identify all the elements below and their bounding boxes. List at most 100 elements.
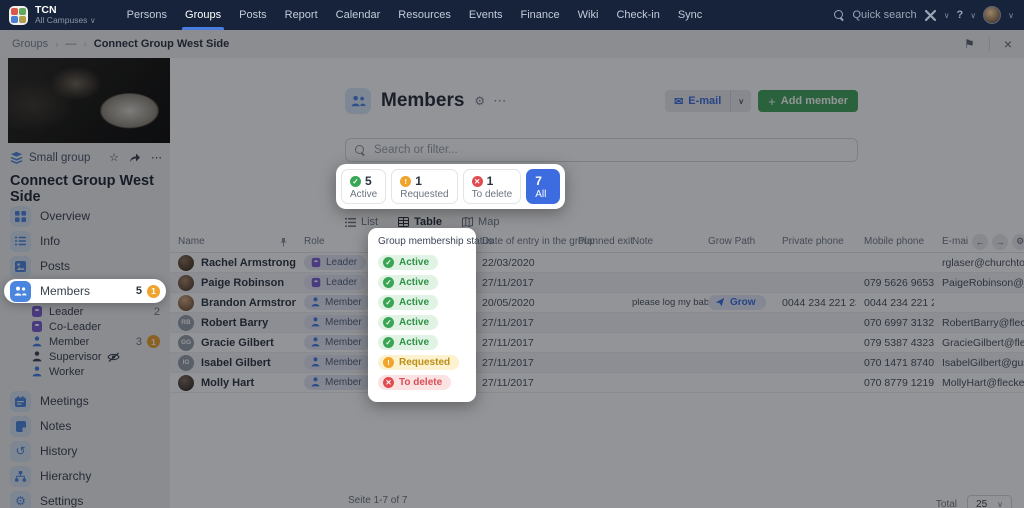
col-name[interactable]: Name: [170, 236, 296, 247]
more-icon[interactable]: ⋯: [493, 93, 506, 109]
chevron-down-icon[interactable]: ∨: [944, 11, 950, 20]
sidebar-item-meetings[interactable]: Meetings: [4, 389, 166, 413]
table-row[interactable]: Brandon Armstrong Member ✓Active 20/05/2…: [170, 293, 1024, 313]
help-icon[interactable]: ?: [957, 9, 964, 21]
member-name: Isabel Gilbert: [201, 357, 271, 369]
table-row[interactable]: Molly Hart Member ✕To delete 27/11/2017 …: [170, 373, 1024, 393]
breadcrumb-collapsed[interactable]: —: [65, 38, 76, 50]
add-member-button[interactable]: + Add member: [758, 90, 858, 112]
table-row[interactable]: Paige Robinson Leader ✓Active 27/11/2017…: [170, 273, 1024, 293]
tools-icon[interactable]: [924, 9, 937, 22]
col-planned-exit[interactable]: Planned exit: [570, 236, 624, 247]
nav-item-persons[interactable]: Persons: [118, 0, 176, 30]
tab-map[interactable]: Map: [462, 216, 499, 228]
notes-icon: [10, 416, 31, 437]
tab-list[interactable]: List: [345, 216, 378, 228]
search-bar[interactable]: [345, 138, 858, 162]
sidebar-role-worker[interactable]: Worker: [32, 364, 160, 379]
nav-item-groups[interactable]: Groups: [176, 0, 230, 30]
sidebar-item-hierarchy[interactable]: Hierarchy: [4, 464, 166, 488]
sidebar-item-history[interactable]: ↺ History: [4, 439, 166, 463]
user-avatar[interactable]: [983, 6, 1001, 24]
filter-chip-active[interactable]: ✓5 Active: [341, 169, 386, 204]
tab-table[interactable]: Table: [398, 216, 442, 228]
sidebar-item-overview[interactable]: Overview: [4, 204, 166, 228]
sidebar-item-info[interactable]: Info: [4, 229, 166, 253]
table-row[interactable]: RBRobert Barry Member ✓Active 27/11/2017…: [170, 313, 1024, 333]
col-private-phone[interactable]: Private phone: [774, 236, 856, 247]
person-icon: [311, 297, 320, 307]
campus-selector[interactable]: All Campuses ∨: [35, 16, 96, 25]
filter-chip-requested[interactable]: !1 Requested: [391, 169, 457, 204]
search-input[interactable]: [374, 144, 814, 156]
status-badge: ✓Active: [378, 255, 438, 270]
sidebar-role-supervisor[interactable]: Supervisor: [32, 349, 160, 364]
table-row[interactable]: GGGracie Gilbert Member ✓Active 27/11/20…: [170, 333, 1024, 353]
sidebar-role-leader[interactable]: Leader 2: [32, 304, 160, 319]
sidebar-item-notes[interactable]: Notes: [4, 414, 166, 438]
flag-icon[interactable]: ⚑: [964, 37, 975, 51]
sidebar-item-posts[interactable]: Posts: [4, 254, 166, 278]
filter-chip-todelete[interactable]: ✕1 To delete: [463, 169, 522, 204]
nav-item-events[interactable]: Events: [460, 0, 512, 30]
scroll-left-button[interactable]: ←: [972, 234, 988, 250]
close-icon[interactable]: ×: [1004, 36, 1012, 52]
sidebar-item-label: Hierarchy: [40, 469, 91, 483]
nav-item-checkin[interactable]: Check-in: [607, 0, 668, 30]
status-badge: ✓Active: [378, 275, 438, 290]
email-dropdown-toggle[interactable]: ∨: [730, 90, 751, 112]
sidebar-item-members[interactable]: Members 5 1: [4, 279, 166, 303]
app-logo-icon[interactable]: [9, 6, 28, 25]
hierarchy-icon: [10, 466, 31, 487]
chevron-down-icon[interactable]: ∨: [1008, 11, 1014, 20]
sidebar-item-settings[interactable]: ⚙ Settings: [4, 489, 166, 508]
pin-icon[interactable]: [279, 237, 288, 247]
page-size-select[interactable]: 25∨: [967, 495, 1012, 508]
col-mobile-phone[interactable]: Mobile phone: [856, 236, 934, 247]
sidebar-item-label: Posts: [40, 259, 70, 273]
pending-circle-icon: !: [400, 176, 411, 187]
chevron-down-icon[interactable]: ∨: [970, 11, 976, 20]
search-icon[interactable]: [834, 10, 845, 21]
scroll-right-button[interactable]: →: [992, 234, 1008, 250]
grow-path-pill[interactable]: Grow: [708, 295, 766, 310]
quick-search-label[interactable]: Quick search: [852, 9, 916, 21]
nav-item-calendar[interactable]: Calendar: [327, 0, 390, 30]
share-icon[interactable]: [129, 152, 141, 163]
leader-badge-icon: [312, 257, 321, 266]
brand-block[interactable]: TCN All Campuses ∨: [35, 5, 96, 25]
role-label: Leader: [49, 306, 83, 318]
email-button[interactable]: ✉E-mail ∨: [665, 90, 751, 112]
nav-item-report[interactable]: Report: [276, 0, 327, 30]
col-status[interactable]: Group membership status: [370, 236, 474, 247]
role-label: Supervisor: [49, 351, 102, 363]
nav-item-wiki[interactable]: Wiki: [569, 0, 608, 30]
nav-item-finance[interactable]: Finance: [512, 0, 569, 30]
nav-item-resources[interactable]: Resources: [389, 0, 460, 30]
filter-chip-all[interactable]: 7 All: [526, 169, 560, 204]
col-email[interactable]: E-mai ← → ⚙: [934, 234, 1024, 250]
role-count: 2: [154, 306, 160, 318]
breadcrumb-root[interactable]: Groups: [12, 38, 48, 50]
column-settings-button[interactable]: ⚙: [1012, 234, 1024, 250]
sidebar-role-coleader[interactable]: Co-Leader: [32, 319, 160, 334]
col-grow-path[interactable]: Grow Path: [700, 236, 774, 247]
col-note[interactable]: Note: [624, 236, 700, 247]
nav-item-posts[interactable]: Posts: [230, 0, 276, 30]
members-icon: [345, 88, 371, 114]
group-type-label[interactable]: Small group: [29, 152, 90, 164]
nav-item-sync[interactable]: Sync: [669, 0, 711, 30]
star-icon[interactable]: ☆: [109, 151, 119, 164]
gear-icon[interactable]: ⚙: [474, 94, 485, 108]
table-row[interactable]: Rachel Armstrong Leader ✓Active 22/03/20…: [170, 253, 1024, 273]
check-circle-icon: ✓: [383, 297, 394, 308]
table-row[interactable]: IGIsabel Gilbert Member !Requested 27/11…: [170, 353, 1024, 373]
person-icon: [32, 366, 42, 377]
group-type-icon: [10, 151, 23, 164]
col-role[interactable]: Role: [296, 236, 370, 247]
more-icon[interactable]: ⋯: [151, 151, 162, 164]
sidebar-role-member[interactable]: Member 3 1: [32, 334, 160, 349]
sidebar-item-label: Notes: [40, 419, 71, 433]
check-circle-icon: ✓: [383, 277, 394, 288]
status-badge: ✓Active: [378, 295, 438, 310]
